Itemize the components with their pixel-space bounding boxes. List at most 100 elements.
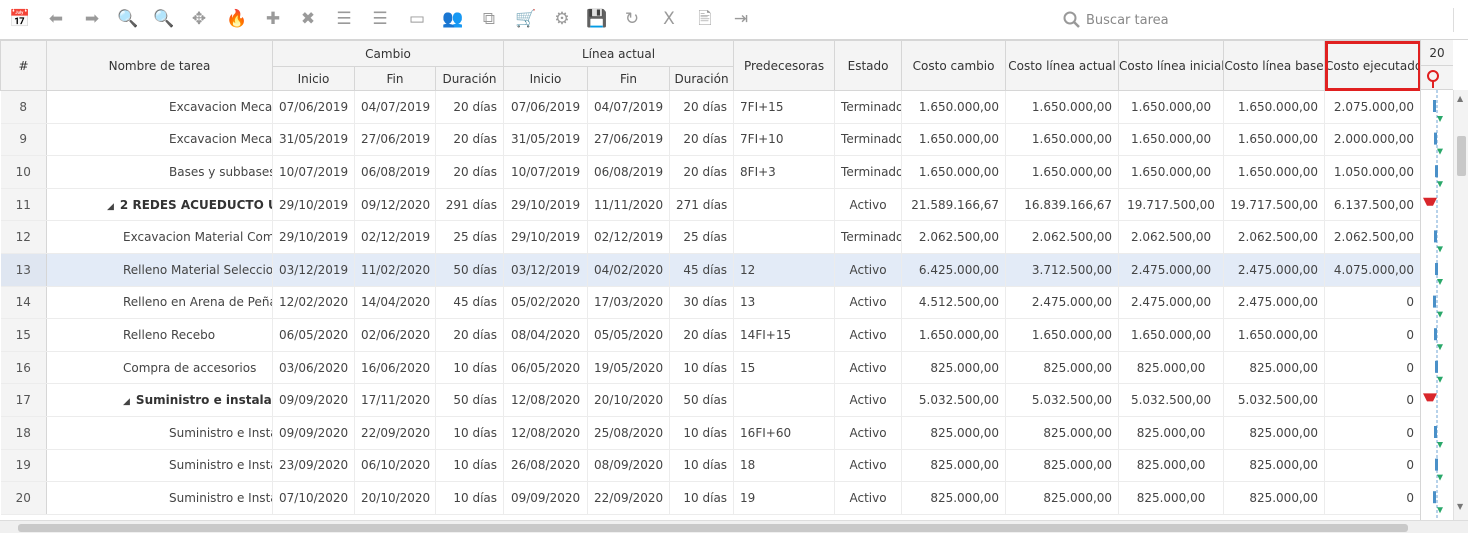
col-header-cambio-inicio[interactable]: Inicio	[272, 66, 355, 91]
col-header-costo-ejecutado[interactable]: Costo ejecutado	[1324, 40, 1420, 91]
costo-linea-actual-cell[interactable]: 16.839.166,67	[1005, 188, 1120, 222]
col-header-num[interactable]: #	[0, 40, 47, 91]
costo-linea-actual-cell[interactable]: 2.475.000,00	[1005, 286, 1120, 320]
costo-ejecutado-cell[interactable]: 0	[1324, 286, 1420, 320]
table-row[interactable]: 18Suministro e Instalacion09/09/202022/0…	[0, 416, 1420, 450]
task-name-cell[interactable]: Relleno Material Seleccionad	[46, 253, 273, 287]
linea-inicio-cell[interactable]: 05/02/2020	[503, 286, 589, 320]
calendar-icon[interactable]: 📅	[8, 7, 32, 31]
arrow-right-icon[interactable]: ➡	[80, 7, 104, 31]
linea-inicio-cell[interactable]: 31/05/2019	[503, 123, 589, 157]
hierarchy-icon[interactable]: ⧉	[477, 7, 501, 31]
cambio-inicio-cell[interactable]: 29/10/2019	[272, 188, 355, 222]
costo-ejecutado-cell[interactable]: 0	[1324, 449, 1420, 483]
row-number-cell[interactable]: 18	[0, 416, 47, 450]
costo-linea-actual-cell[interactable]: 825.000,00	[1005, 351, 1120, 385]
costo-linea-actual-cell[interactable]: 5.032.500,00	[1005, 383, 1120, 417]
horizontal-scrollbar[interactable]	[0, 520, 1420, 533]
estado-cell[interactable]: Activo	[834, 351, 903, 385]
cambio-inicio-cell[interactable]: 07/06/2019	[272, 90, 355, 124]
costo-linea-actual-cell[interactable]: 825.000,00	[1005, 481, 1120, 515]
costo-linea-inicial-cell[interactable]: 1.650.000,00	[1118, 123, 1225, 157]
linea-fin-cell[interactable]: 27/06/2019	[587, 123, 671, 157]
estado-cell[interactable]: Activo	[834, 383, 903, 417]
table-row[interactable]: 13Relleno Material Seleccionad03/12/2019…	[0, 253, 1420, 287]
task-name-cell[interactable]: ◢ Suministro e instalación	[46, 383, 273, 417]
costo-linea-actual-cell[interactable]: 1.650.000,00	[1005, 90, 1120, 124]
cambio-inicio-cell[interactable]: 29/10/2019	[272, 220, 355, 254]
search-input[interactable]	[1086, 12, 1426, 28]
costo-linea-inicial-cell[interactable]: 5.032.500,00	[1118, 383, 1225, 417]
cambio-fin-cell[interactable]: 27/06/2019	[354, 123, 436, 157]
predecesoras-cell[interactable]: 7FI+15	[733, 90, 836, 124]
cambio-inicio-cell[interactable]: 12/02/2020	[272, 286, 355, 320]
cambio-fin-cell[interactable]: 20/10/2020	[354, 481, 436, 515]
task-name-cell[interactable]: Relleno Recebo	[46, 318, 273, 352]
predecesoras-cell[interactable]	[733, 220, 836, 254]
costo-cambio-cell[interactable]: 825.000,00	[901, 481, 1007, 515]
collapse-triangle-icon[interactable]: ◢	[123, 397, 130, 407]
linea-fin-cell[interactable]: 06/08/2019	[587, 155, 671, 189]
arrow-left-icon[interactable]: ⬅	[44, 7, 68, 31]
predecesoras-cell[interactable]: 14FI+15	[733, 318, 836, 352]
costo-linea-base-cell[interactable]: 825.000,00	[1223, 481, 1326, 515]
costo-linea-base-cell[interactable]: 5.032.500,00	[1223, 383, 1326, 417]
row-number-cell[interactable]: 20	[0, 481, 47, 515]
linea-inicio-cell[interactable]: 29/10/2019	[503, 188, 589, 222]
linea-duracion-cell[interactable]: 10 días	[669, 351, 735, 385]
cambio-inicio-cell[interactable]: 03/12/2019	[272, 253, 355, 287]
costo-linea-base-cell[interactable]: 825.000,00	[1223, 449, 1326, 483]
costo-linea-actual-cell[interactable]: 825.000,00	[1005, 416, 1120, 450]
cambio-fin-cell[interactable]: 02/12/2019	[354, 220, 436, 254]
costo-linea-inicial-cell[interactable]: 1.650.000,00	[1118, 155, 1225, 189]
row-number-cell[interactable]: 9	[0, 123, 47, 157]
costo-ejecutado-cell[interactable]: 6.137.500,00	[1324, 188, 1420, 222]
cambio-inicio-cell[interactable]: 31/05/2019	[272, 123, 355, 157]
gantt-panel[interactable]: 20	[1420, 40, 1453, 533]
zoom-in-icon[interactable]: 🔍	[152, 7, 176, 31]
cambio-duracion-cell[interactable]: 10 días	[435, 449, 505, 483]
costo-linea-actual-cell[interactable]: 3.712.500,00	[1005, 253, 1120, 287]
cambio-duracion-cell[interactable]: 10 días	[435, 481, 505, 515]
linea-fin-cell[interactable]: 08/09/2020	[587, 449, 671, 483]
cambio-fin-cell[interactable]: 04/07/2019	[354, 90, 436, 124]
linea-fin-cell[interactable]: 02/12/2019	[587, 220, 671, 254]
task-name-cell[interactable]: ◢ 2 REDES ACUEDUCTO U.I.	[46, 188, 273, 222]
row-number-cell[interactable]: 12	[0, 220, 47, 254]
col-header-linea-fin[interactable]: Fin	[587, 66, 671, 91]
task-name-cell[interactable]: Excavacion Mecanica con	[46, 90, 273, 124]
row-number-cell[interactable]: 19	[0, 449, 47, 483]
costo-linea-inicial-cell[interactable]: 825.000,00	[1118, 449, 1225, 483]
linea-fin-cell[interactable]: 20/10/2020	[587, 383, 671, 417]
report-icon[interactable]: 🖹	[693, 7, 717, 31]
table-row[interactable]: 15 Relleno Recebo 06/05/2020 02/06/2020 20 d…	[0, 318, 1420, 352]
linea-duracion-cell[interactable]: 50 días	[669, 383, 735, 417]
col-header-costo-linea-inicial[interactable]: Costo línea inicial	[1118, 40, 1225, 91]
costo-linea-base-cell[interactable]: 2.475.000,00	[1223, 286, 1326, 320]
col-header-costo-linea-actual[interactable]: Costo línea actual	[1005, 40, 1120, 91]
predecesoras-cell[interactable]: 8FI+3	[733, 155, 836, 189]
linea-duracion-cell[interactable]: 10 días	[669, 416, 735, 450]
predecesoras-cell[interactable]	[733, 383, 836, 417]
costo-linea-base-cell[interactable]: 2.062.500,00	[1223, 220, 1326, 254]
linea-duracion-cell[interactable]: 20 días	[669, 318, 735, 352]
linea-duracion-cell[interactable]: 45 días	[669, 253, 735, 287]
cambio-inicio-cell[interactable]: 10/07/2019	[272, 155, 355, 189]
row-number-cell[interactable]: 15	[0, 318, 47, 352]
costo-linea-base-cell[interactable]: 825.000,00	[1223, 351, 1326, 385]
estado-cell[interactable]: Activo	[834, 449, 903, 483]
scroll-down-icon[interactable]: ▼	[1457, 502, 1463, 511]
predecesoras-cell[interactable]: 18	[733, 449, 836, 483]
linea-fin-cell[interactable]: 19/05/2020	[587, 351, 671, 385]
linea-inicio-cell[interactable]: 26/08/2020	[503, 449, 589, 483]
linea-duracion-cell[interactable]: 20 días	[669, 123, 735, 157]
col-header-costo-linea-base[interactable]: Costo línea base	[1223, 40, 1326, 91]
link-icon[interactable]: ▭	[405, 7, 429, 31]
row-number-cell[interactable]: 10	[0, 155, 47, 189]
predecesoras-cell[interactable]: 7FI+10	[733, 123, 836, 157]
costo-ejecutado-cell[interactable]: 0	[1324, 351, 1420, 385]
linea-fin-cell[interactable]: 25/08/2020	[587, 416, 671, 450]
cambio-duracion-cell[interactable]: 50 días	[435, 253, 505, 287]
col-header-cambio-fin[interactable]: Fin	[354, 66, 436, 91]
cambio-duracion-cell[interactable]: 10 días	[435, 351, 505, 385]
